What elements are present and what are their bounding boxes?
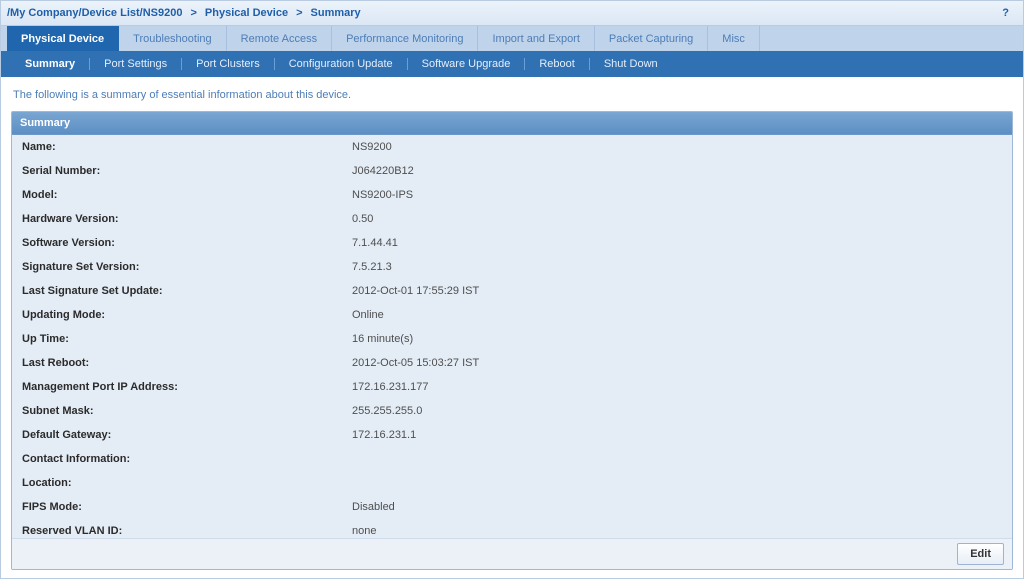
summary-row: Location: [12, 471, 1012, 495]
summary-row: FIPS Mode:Disabled [12, 495, 1012, 519]
summary-row-value: NS9200-IPS [342, 183, 1012, 207]
summary-row-value: 172.16.231.1 [342, 423, 1012, 447]
summary-row: Serial Number:J064220B12 [12, 159, 1012, 183]
summary-row-value [342, 447, 1012, 471]
tab-separator [589, 58, 590, 70]
primary-tab[interactable]: Troubleshooting [119, 26, 226, 52]
summary-row-label: Up Time: [12, 327, 342, 351]
tab-separator [524, 58, 525, 70]
summary-row-value: 172.16.231.177 [342, 375, 1012, 399]
secondary-tab[interactable]: Summary [15, 58, 85, 70]
summary-row: Reserved VLAN ID:none [12, 519, 1012, 538]
secondary-tab[interactable]: Configuration Update [279, 58, 403, 70]
summary-panel: Summary Name:NS9200Serial Number:J064220… [11, 111, 1013, 570]
summary-panel-body: Name:NS9200Serial Number:J064220B12Model… [12, 135, 1012, 538]
summary-row: Up Time:16 minute(s) [12, 327, 1012, 351]
help-icon[interactable]: ? [994, 7, 1017, 19]
summary-row-value: NS9200 [342, 135, 1012, 159]
secondary-tab[interactable]: Shut Down [594, 58, 668, 70]
breadcrumb-current: Summary [311, 7, 361, 19]
summary-row-value: Disabled [342, 495, 1012, 519]
summary-row-value: 0.50 [342, 207, 1012, 231]
primary-tab[interactable]: Performance Monitoring [332, 26, 478, 52]
summary-row: Name:NS9200 [12, 135, 1012, 159]
summary-row: Hardware Version:0.50 [12, 207, 1012, 231]
secondary-tab[interactable]: Reboot [529, 58, 584, 70]
summary-row-value: Online [342, 303, 1012, 327]
summary-row-value: 16 minute(s) [342, 327, 1012, 351]
summary-row-value: 255.255.255.0 [342, 399, 1012, 423]
summary-row-value: J064220B12 [342, 159, 1012, 183]
summary-row-label: Management Port IP Address: [12, 375, 342, 399]
summary-row-value: none [342, 519, 1012, 538]
summary-row-label: Hardware Version: [12, 207, 342, 231]
summary-row: Last Signature Set Update:2012-Oct-01 17… [12, 279, 1012, 303]
summary-table: Name:NS9200Serial Number:J064220B12Model… [12, 135, 1012, 538]
tab-separator [274, 58, 275, 70]
summary-row: Updating Mode:Online [12, 303, 1012, 327]
summary-row-label: Serial Number: [12, 159, 342, 183]
primary-tab[interactable]: Remote Access [227, 26, 332, 52]
summary-row-label: Last Reboot: [12, 351, 342, 375]
secondary-tabs: Summary Port Settings Port Clusters Configu… [1, 51, 1023, 77]
summary-row-value: 2012-Oct-01 17:55:29 IST [342, 279, 1012, 303]
breadcrumb-link[interactable]: /My Company/Device List/NS9200 [7, 7, 182, 19]
breadcrumb-sep: > [296, 7, 302, 19]
secondary-tab[interactable]: Port Settings [94, 58, 177, 70]
summary-row-value: 2012-Oct-05 15:03:27 IST [342, 351, 1012, 375]
summary-row: Default Gateway:172.16.231.1 [12, 423, 1012, 447]
summary-row: Management Port IP Address:172.16.231.17… [12, 375, 1012, 399]
primary-tab[interactable]: Import and Export [478, 26, 594, 52]
summary-panel-title: Summary [20, 117, 70, 129]
tab-separator [407, 58, 408, 70]
secondary-tab[interactable]: Software Upgrade [412, 58, 521, 70]
summary-row-label: Default Gateway: [12, 423, 342, 447]
edit-button[interactable]: Edit [957, 543, 1004, 565]
summary-row-label: Subnet Mask: [12, 399, 342, 423]
summary-row-label: Last Signature Set Update: [12, 279, 342, 303]
breadcrumb-link[interactable]: Physical Device [205, 7, 288, 19]
primary-tab[interactable]: Misc [708, 26, 760, 52]
summary-panel-header: Summary [12, 112, 1012, 135]
summary-row: Software Version:7.1.44.41 [12, 231, 1012, 255]
summary-row: Model:NS9200-IPS [12, 183, 1012, 207]
summary-row: Signature Set Version:7.5.21.3 [12, 255, 1012, 279]
summary-row-value [342, 471, 1012, 495]
summary-row: Contact Information: [12, 447, 1012, 471]
summary-row-label: Location: [12, 471, 342, 495]
summary-row-label: FIPS Mode: [12, 495, 342, 519]
tab-separator [181, 58, 182, 70]
summary-row: Last Reboot:2012-Oct-05 15:03:27 IST [12, 351, 1012, 375]
breadcrumb-sep: > [190, 7, 196, 19]
summary-row-label: Signature Set Version: [12, 255, 342, 279]
breadcrumb: /My Company/Device List/NS9200 > Physical … [1, 1, 1023, 26]
summary-row: Subnet Mask:255.255.255.0 [12, 399, 1012, 423]
summary-row-value: 7.1.44.41 [342, 231, 1012, 255]
primary-tab[interactable]: Packet Capturing [595, 26, 708, 52]
summary-row-label: Model: [12, 183, 342, 207]
secondary-tab[interactable]: Port Clusters [186, 58, 270, 70]
tab-separator [89, 58, 90, 70]
primary-tab[interactable]: Physical Device [7, 26, 119, 52]
summary-row-label: Name: [12, 135, 342, 159]
summary-row-label: Reserved VLAN ID: [12, 519, 342, 538]
summary-row-label: Software Version: [12, 231, 342, 255]
summary-row-label: Updating Mode: [12, 303, 342, 327]
summary-panel-footer: Edit [12, 538, 1012, 569]
primary-tabs: Physical DeviceTroubleshootingRemote Acc… [1, 26, 1023, 52]
summary-row-label: Contact Information: [12, 447, 342, 471]
summary-row-value: 7.5.21.3 [342, 255, 1012, 279]
intro-text: The following is a summary of essential … [11, 77, 1013, 111]
